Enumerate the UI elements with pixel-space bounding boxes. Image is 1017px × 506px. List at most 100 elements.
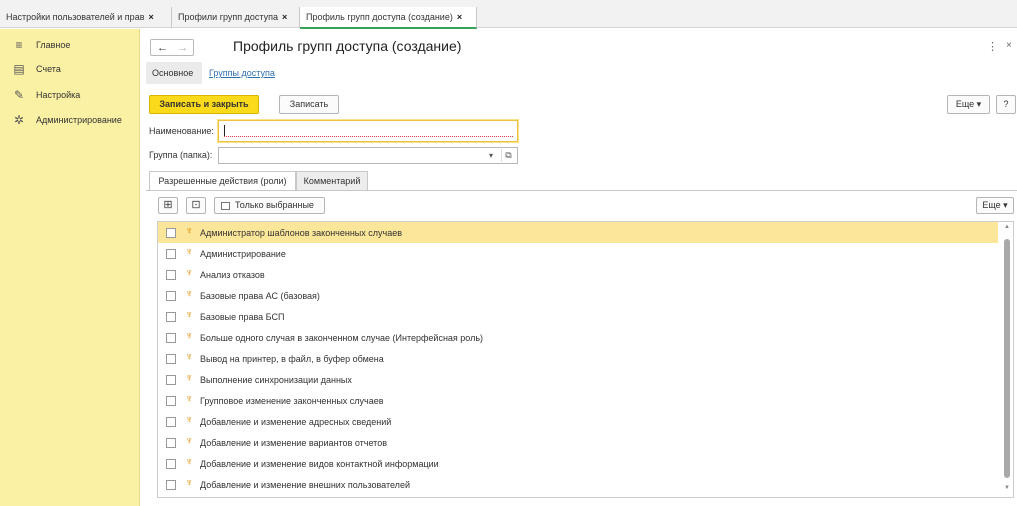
scrollbar[interactable]: ▲ ▼ <box>1000 222 1013 497</box>
close-icon[interactable]: × <box>1006 40 1012 51</box>
role-checkbox[interactable] <box>166 480 176 490</box>
tab-label: Настройки пользователей и прав <box>6 12 145 22</box>
key-icon: ♆ <box>185 456 194 468</box>
role-checkbox[interactable] <box>166 312 176 322</box>
key-icon: ♆ <box>185 246 194 258</box>
tab-comment[interactable]: Комментарий <box>296 171 368 190</box>
window-tab-bar: Настройки пользователей и прав × Профили … <box>0 0 1017 29</box>
list-item[interactable]: ♆ Добавление и изменение видов контактной… <box>158 453 998 474</box>
role-label: Администратор шаблонов законченных случа… <box>200 228 403 238</box>
required-underline <box>224 136 513 137</box>
role-checkbox[interactable] <box>166 249 176 259</box>
list-item[interactable]: ♆ Базовые права АС (базовая) <box>158 285 998 306</box>
tab-divider <box>146 190 1017 191</box>
uncheck-all-icon[interactable]: ⊡ <box>186 197 206 214</box>
role-label: Добавление и изменение адресных сведений <box>200 417 392 427</box>
key-icon: ♆ <box>185 351 194 363</box>
more-button[interactable]: Еще ▾ <box>947 95 990 114</box>
sidebar-item-accounts[interactable]: ▤ Счета <box>0 62 140 82</box>
list-item[interactable]: ♆ Администрирование <box>158 243 998 264</box>
close-icon[interactable]: × <box>282 12 287 22</box>
role-checkbox[interactable] <box>166 228 176 238</box>
only-selected-button[interactable]: Только выбранные <box>214 197 325 214</box>
back-arrow-icon[interactable]: ← <box>157 41 168 55</box>
sidebar-item-settings[interactable]: ✎ Настройка <box>0 88 140 108</box>
role-checkbox[interactable] <box>166 291 176 301</box>
roles-list: ♆ Администратор шаблонов законченных случ… <box>157 221 1014 498</box>
list-item[interactable]: ♆ Больше одного случая в законченном случ… <box>158 327 998 348</box>
only-selected-label: Только выбранные <box>235 200 314 210</box>
role-checkbox[interactable] <box>166 270 176 280</box>
sidebar-item-label: Администрирование <box>36 115 122 125</box>
key-icon: ♆ <box>185 477 194 489</box>
gear-icon: ✲ <box>13 113 25 127</box>
key-icon: ♆ <box>185 330 194 342</box>
section-access-groups-link[interactable]: Группы доступа <box>209 68 275 78</box>
chevron-down-icon: ▾ <box>1003 200 1008 210</box>
role-checkbox[interactable] <box>166 417 176 427</box>
sidebar-item-administration[interactable]: ✲ Администрирование <box>0 113 140 133</box>
key-icon: ♆ <box>185 288 194 300</box>
sidebar-item-label: Главное <box>36 40 71 50</box>
tab-allowed-actions[interactable]: Разрешенные действия (роли) <box>149 171 296 191</box>
name-field[interactable] <box>218 120 518 142</box>
tab-access-group-profiles[interactable]: Профили групп доступа × <box>172 7 300 28</box>
role-label: Добавление и изменение внешних пользоват… <box>200 480 410 490</box>
role-checkbox[interactable] <box>166 375 176 385</box>
tab-access-group-profile-create[interactable]: Профиль групп доступа (создание) × <box>300 7 477 29</box>
chevron-down-icon: ▾ <box>976 99 982 109</box>
key-icon: ♆ <box>185 414 194 426</box>
close-icon[interactable]: × <box>457 12 462 22</box>
close-icon[interactable]: × <box>148 12 153 22</box>
role-label: Базовые права БСП <box>200 312 285 322</box>
dropdown-arrow-icon[interactable]: ▾ <box>484 149 498 162</box>
list-item[interactable]: ♆ Вывод на принтер, в файл, в буфер обмен… <box>158 348 998 369</box>
nav-buttons: ← → <box>150 39 194 56</box>
list-item[interactable]: ♆ Групповое изменение законченных случаев <box>158 390 998 411</box>
tab-user-rights-settings[interactable]: Настройки пользователей и прав × <box>0 7 172 28</box>
role-label: Добавление и изменение видов контактной … <box>200 459 439 469</box>
role-label: Анализ отказов <box>200 270 265 280</box>
role-label: Вывод на принтер, в файл, в буфер обмена <box>200 354 384 364</box>
list-item[interactable]: ♆ Администратор шаблонов законченных случ… <box>158 222 998 243</box>
role-label: Групповое изменение законченных случаев <box>200 396 384 406</box>
more-label: Еще <box>982 200 1001 210</box>
name-label: Наименование: <box>149 126 214 136</box>
list-item[interactable]: ♆ Добавление и изменение адресных сведени… <box>158 411 998 432</box>
scroll-up-icon[interactable]: ▲ <box>1004 224 1010 230</box>
save-button[interactable]: Записать <box>279 95 339 114</box>
list-item[interactable]: ♆ Выполнение синхронизации данных <box>158 369 998 390</box>
main-content: ← → Профиль групп доступа (создание) ⋮ ×… <box>141 29 1017 506</box>
scrollbar-thumb[interactable] <box>1004 239 1010 478</box>
page-title: Профиль групп доступа (создание) <box>233 38 462 54</box>
role-checkbox[interactable] <box>166 438 176 448</box>
key-icon: ♆ <box>185 435 194 447</box>
group-field[interactable]: ▾ ⧉ <box>218 147 518 164</box>
list-item[interactable]: ♆ Анализ отказов <box>158 264 998 285</box>
list-more-button[interactable]: Еще ▾ <box>976 197 1014 214</box>
section-main[interactable]: Основное <box>146 62 202 84</box>
scroll-down-icon[interactable]: ▼ <box>1004 485 1010 491</box>
role-checkbox[interactable] <box>166 459 176 469</box>
check-all-icon[interactable]: ⊞ <box>158 197 178 214</box>
forward-arrow-icon[interactable]: → <box>177 41 188 55</box>
role-checkbox[interactable] <box>166 396 176 406</box>
list-item[interactable]: ♆ Добавление и изменение вариантов отчето… <box>158 432 998 453</box>
menu-lines-icon: ≡ <box>15 38 23 52</box>
role-checkbox[interactable] <box>166 333 176 343</box>
save-and-close-button[interactable]: Записать и закрыть <box>149 95 259 114</box>
sidebar-item-main[interactable]: ≡ Главное <box>0 38 140 58</box>
sidebar: ≡ Главное ▤ Счета ✎ Настройка ✲ Админист… <box>0 29 140 506</box>
key-icon: ♆ <box>185 225 194 237</box>
sidebar-item-label: Настройка <box>36 90 81 100</box>
help-button[interactable]: ? <box>996 95 1016 114</box>
more-options-icon[interactable]: ⋮ <box>987 40 998 53</box>
list-item[interactable]: ♆ Добавление и изменение внешних пользова… <box>158 474 998 495</box>
role-checkbox[interactable] <box>166 354 176 364</box>
role-label: Базовые права АС (базовая) <box>200 291 320 301</box>
list-item[interactable]: ♆ Базовые права БСП <box>158 306 998 327</box>
open-link-icon[interactable]: ⧉ <box>501 149 515 162</box>
role-label: Добавление и изменение вариантов отчетов <box>200 438 387 448</box>
key-icon: ♆ <box>185 267 194 279</box>
group-label: Группа (папка): <box>149 150 213 160</box>
